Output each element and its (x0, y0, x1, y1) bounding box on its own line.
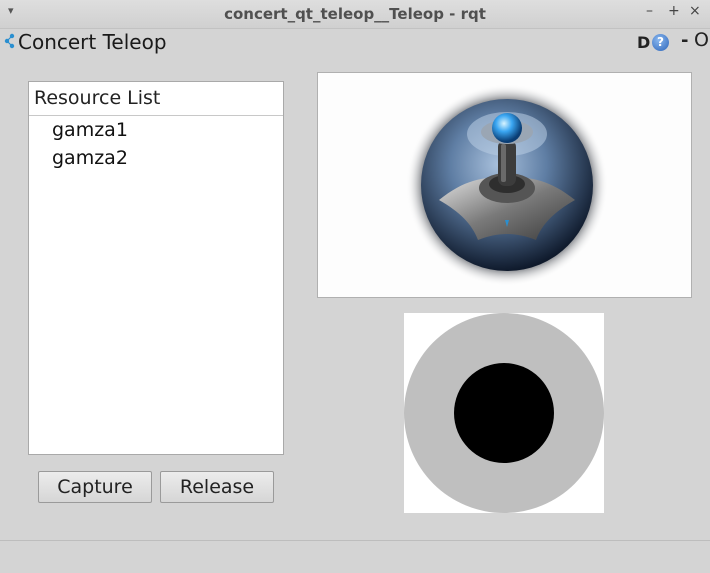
resource-list[interactable]: Resource List gamza1 gamza2 (28, 81, 284, 455)
plugin-title: Concert Teleop (18, 30, 167, 54)
close-icon[interactable]: × (689, 3, 701, 19)
list-item[interactable]: gamza1 (29, 116, 283, 144)
camera-view (317, 72, 692, 298)
plugin-d-button[interactable]: D (637, 33, 650, 52)
capture-button[interactable]: Capture (38, 471, 152, 503)
plugin-header: Concert Teleop D (0, 28, 710, 54)
ros-plugin-icon (4, 33, 15, 49)
minimize-icon[interactable]: – (646, 3, 653, 19)
teleop-joystick-pad[interactable] (404, 313, 604, 513)
status-bar (0, 540, 710, 573)
resource-list-header: Resource List (29, 82, 283, 116)
help-icon[interactable]: ? (652, 34, 669, 51)
plugin-minimize-button[interactable]: - (681, 30, 688, 51)
joystick-knob[interactable] (454, 363, 554, 463)
window-title: concert_qt_teleop__Teleop - rqt (224, 5, 486, 23)
list-item[interactable]: gamza2 (29, 144, 283, 172)
window-titlebar: ▾ concert_qt_teleop__Teleop - rqt – + × (0, 0, 710, 29)
maximize-icon[interactable]: + (668, 3, 680, 19)
release-button[interactable]: Release (160, 471, 274, 503)
plugin-close-button[interactable]: O (694, 29, 709, 51)
joystick-image (406, 84, 608, 286)
